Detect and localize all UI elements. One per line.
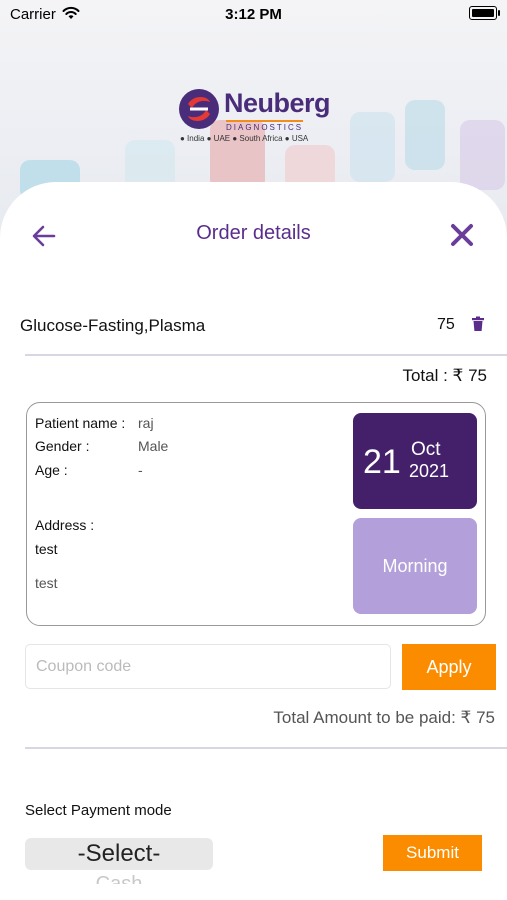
address-line-2: test — [35, 575, 58, 591]
order-item-name: Glucose-Fasting,Plasma — [20, 316, 206, 335]
order-total: Total : ₹ 75 — [402, 366, 487, 385]
divider — [25, 354, 507, 356]
close-button[interactable] — [449, 222, 479, 252]
patient-card: Patient name : raj Gender : Male Age : -… — [26, 402, 486, 626]
amount-to-pay: Total Amount to be paid: ₹ 75 — [273, 708, 495, 727]
date-day: 21 — [363, 443, 401, 481]
apply-coupon-button[interactable]: Apply — [402, 644, 496, 690]
date-year: 2021 — [409, 461, 450, 481]
order-item-price: 75 — [437, 316, 455, 333]
time-slot[interactable]: Morning — [353, 518, 477, 614]
brand-subtitle: DIAGNOSTICS — [226, 120, 304, 132]
patient-name-label: Patient name : — [35, 415, 126, 431]
gender-label: Gender : — [35, 438, 90, 454]
status-bar: Carrier 3:12 PM — [0, 0, 507, 28]
date-month: Oct — [411, 439, 441, 460]
brand-logo: Neuberg DIAGNOSTICS ● India ● UAE ● Sout… — [178, 86, 338, 146]
status-time: 3:12 PM — [225, 6, 282, 23]
age-value: - — [138, 462, 143, 478]
address-line-1: test — [35, 541, 58, 557]
appointment-date[interactable]: 21 Oct 2021 — [353, 413, 477, 509]
coupon-input[interactable] — [25, 644, 391, 689]
brand-countries: ● India ● UAE ● South Africa ● USA — [180, 134, 309, 143]
test-tube-image — [405, 100, 445, 170]
gender-value: Male — [138, 438, 169, 454]
brand-emblem-icon — [179, 89, 219, 129]
payment-mode-label: Select Payment mode — [25, 802, 172, 819]
battery-icon — [469, 6, 500, 20]
trash-icon — [472, 316, 484, 331]
payment-mode-select[interactable]: -Select- — [25, 838, 213, 870]
divider — [25, 747, 507, 749]
order-details-sheet: Order details Glucose-Fasting,Plasma 75 … — [0, 182, 507, 900]
patient-name-value: raj — [138, 415, 154, 431]
submit-button[interactable]: Submit — [383, 835, 482, 871]
close-icon — [451, 224, 473, 246]
brand-name: Neuberg — [224, 88, 331, 118]
address-label: Address : — [35, 517, 95, 533]
delete-item-button[interactable] — [471, 316, 485, 334]
test-tube-image — [350, 112, 395, 182]
payment-option-next[interactable]: Cash — [25, 872, 213, 884]
page-title: Order details — [196, 222, 311, 244]
test-tube-image — [460, 120, 505, 190]
age-label: Age : — [35, 462, 68, 478]
